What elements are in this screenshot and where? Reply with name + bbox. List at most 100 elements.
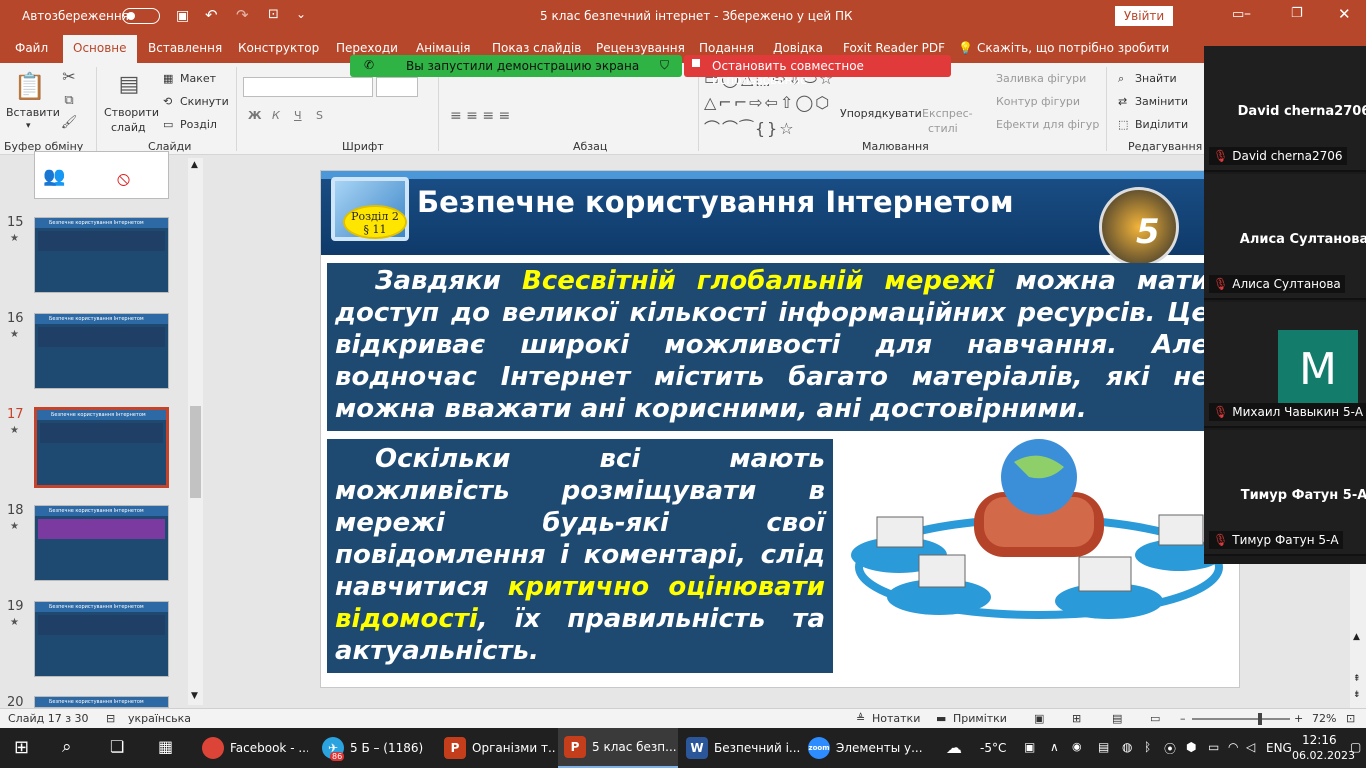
tell-me-input[interactable]: Скажіть, що потрібно зробити (977, 41, 1169, 55)
zoom-slider-thumb[interactable] (1258, 713, 1262, 725)
tab-review[interactable]: Рецензування (596, 41, 685, 55)
slide-thumb-19[interactable]: Безпечне користування Інтернетом (34, 601, 169, 677)
calculator-icon[interactable]: ▦ (158, 737, 173, 756)
slide-thumb-20[interactable]: Безпечне користування Інтернетом (34, 696, 169, 708)
align-icons[interactable]: ≡ ≡ ≡ ≡ (450, 108, 510, 124)
slide-thumb-15[interactable]: Безпечне користування Інтернетом (34, 217, 169, 293)
zoom-in-icon[interactable]: + (1294, 712, 1303, 725)
zoom-slider[interactable] (1192, 718, 1290, 720)
tray-app4-icon[interactable]: ⦿ (1164, 740, 1176, 757)
start-slideshow-icon[interactable]: ⊡ (268, 7, 279, 22)
slide-thumb-14[interactable]: 👥 ⦸ (34, 151, 169, 199)
signin-button[interactable]: Увійти (1115, 6, 1173, 26)
undo-icon[interactable]: ↶ (205, 6, 218, 24)
taskbar-powerpoint-2[interactable]: P5 клас безп... (558, 728, 678, 768)
shape-effects-button[interactable]: Ефекти для фігур (996, 118, 1099, 131)
paste-button[interactable]: Вставити (6, 106, 60, 119)
notes-button[interactable]: Нотатки (872, 712, 920, 725)
tray-zoom-icon[interactable]: ◉ (1072, 740, 1082, 753)
participant-tile[interactable]: Алиса Султанова 🎙 Алиса Султанова (1204, 174, 1366, 300)
new-slide-button[interactable]: Створити (104, 106, 159, 119)
cut-icon[interactable]: ✂ (60, 67, 78, 86)
participant-tile[interactable]: David cherna2706 🎙 David cherna2706 (1204, 46, 1366, 172)
current-slide[interactable]: Розділ 2 § 11 Безпечне користування Інте… (320, 170, 1240, 688)
prev-slide-icon[interactable]: ⇞ (1353, 674, 1361, 684)
tray-app-icon[interactable]: ▣ (1024, 740, 1035, 754)
weather-cloud-icon[interactable]: ☁ (946, 738, 962, 757)
slide-thumb-18[interactable]: Безпечне користування Інтернетом (34, 505, 169, 581)
format-painter-icon[interactable]: 🖌 (60, 113, 78, 131)
reset-button[interactable]: Скинути (180, 95, 229, 108)
language-indicator[interactable]: українська (128, 712, 191, 725)
strike-button[interactable]: S (316, 109, 323, 122)
temperature[interactable]: -5°C (980, 741, 1006, 755)
tab-help[interactable]: Довідка (773, 41, 823, 55)
zoom-level[interactable]: 72% (1312, 712, 1336, 725)
customize-toolbar-icon[interactable]: ⌄ (296, 7, 306, 21)
save-icon[interactable]: ▣ (176, 8, 189, 24)
tab-foxit[interactable]: Foxit Reader PDF (843, 41, 945, 55)
comments-button[interactable]: Примітки (953, 712, 1007, 725)
tab-view[interactable]: Подання (699, 41, 754, 55)
tab-slideshow[interactable]: Показ слайдів (492, 41, 581, 55)
shapes-gallery-row2-icon[interactable]: △⌐⌐⇨⇦⇧◯⬡ (704, 93, 831, 112)
windows-start-icon[interactable]: ⊞ (14, 737, 29, 758)
taskbar-word[interactable]: W Безпечний і... (680, 728, 800, 768)
input-language[interactable]: ENG (1266, 741, 1292, 755)
search-icon[interactable]: ⌕ (62, 737, 72, 757)
battery-icon[interactable]: ▭ (1208, 740, 1219, 754)
bluetooth-icon[interactable]: ᛒ (1144, 740, 1151, 754)
shape-fill-button[interactable]: Заливка фігури (996, 72, 1086, 85)
participant-tile[interactable]: M 🎙 Михаил Чавыкин 5-А (1204, 302, 1366, 428)
replace-button[interactable]: Замінити (1135, 95, 1188, 108)
section-button[interactable]: Розділ (180, 118, 217, 131)
font-size-input[interactable] (376, 77, 418, 97)
next-slide-icon[interactable]: ⇟ (1353, 690, 1361, 700)
taskbar-chrome[interactable]: Facebook - ... (196, 728, 308, 768)
slide-sorter-icon[interactable]: ⊞ (1072, 712, 1081, 725)
restore-icon[interactable]: ❐ (1291, 6, 1303, 21)
scroll-up-icon[interactable]: ▲ (191, 160, 198, 170)
taskbar-powerpoint-1[interactable]: P Організми т... (438, 728, 556, 768)
scroll-down-icon[interactable]: ▼ (191, 691, 198, 701)
tab-transitions[interactable]: Переходи (336, 41, 398, 55)
thumbnails-scrollbar[interactable]: ▲ ▼ (188, 158, 203, 705)
tray-app3-icon[interactable]: ◍ (1122, 740, 1132, 754)
normal-view-icon[interactable]: ▣ (1034, 712, 1044, 725)
fit-slide-icon[interactable]: ⊡ (1346, 712, 1355, 725)
paste-dropdown-icon[interactable]: ▾ (26, 121, 31, 131)
editor-scrollbar[interactable]: ▲ ⇞ ⇟ (1350, 564, 1366, 708)
font-family-input[interactable] (243, 77, 373, 97)
tab-file[interactable]: Файл (15, 41, 48, 55)
spellcheck-icon[interactable]: ⊟ (106, 712, 115, 725)
close-icon[interactable]: ✕ (1338, 5, 1351, 23)
slide-thumb-16[interactable]: Безпечне користування Інтернетом (34, 313, 169, 389)
select-button[interactable]: Виділити (1135, 118, 1188, 131)
tab-insert[interactable]: Вставлення (148, 41, 222, 55)
tab-design[interactable]: Конструктор (238, 41, 319, 55)
scroll-thumb[interactable] (190, 406, 201, 498)
tab-animations[interactable]: Анімація (416, 41, 471, 55)
arrange-button[interactable]: Упорядкувати (840, 107, 922, 120)
shape-outline-button[interactable]: Контур фігури (996, 95, 1080, 108)
copy-icon[interactable]: ⧉ (60, 91, 78, 109)
paste-icon[interactable]: 📋 (12, 69, 48, 105)
volume-icon[interactable]: ◁ (1246, 740, 1255, 754)
tray-app5-icon[interactable]: ⬢ (1186, 740, 1196, 754)
bold-button[interactable]: Ж (248, 109, 261, 122)
tray-app2-icon[interactable]: ▤ (1098, 740, 1109, 754)
task-view-icon[interactable]: ❏ (110, 737, 124, 756)
stop-share-button[interactable]: Остановить совместное использование (684, 55, 951, 87)
ribbon-display-icon[interactable]: ▭ (1232, 7, 1244, 22)
zoom-out-icon[interactable]: – (1180, 712, 1186, 725)
tab-home[interactable]: Основне (63, 35, 137, 63)
notifications-icon[interactable]: ▢ (1350, 740, 1361, 754)
slide-thumb-17-selected[interactable]: Безпечне користування Інтернетом (34, 407, 169, 488)
autosave-toggle[interactable] (122, 8, 160, 24)
new-slide-icon[interactable]: ▤ (114, 69, 144, 99)
taskbar-telegram[interactable]: ✈ 5 Б – (1186) 86 (316, 728, 436, 768)
find-button[interactable]: Знайти (1135, 72, 1177, 85)
minimize-icon[interactable]: – (1244, 6, 1251, 22)
tray-chevron-icon[interactable]: ∧ (1050, 740, 1059, 754)
participant-tile[interactable]: Тимур Фатун 5-А 🎙 Тимур Фатун 5-А (1204, 430, 1366, 556)
